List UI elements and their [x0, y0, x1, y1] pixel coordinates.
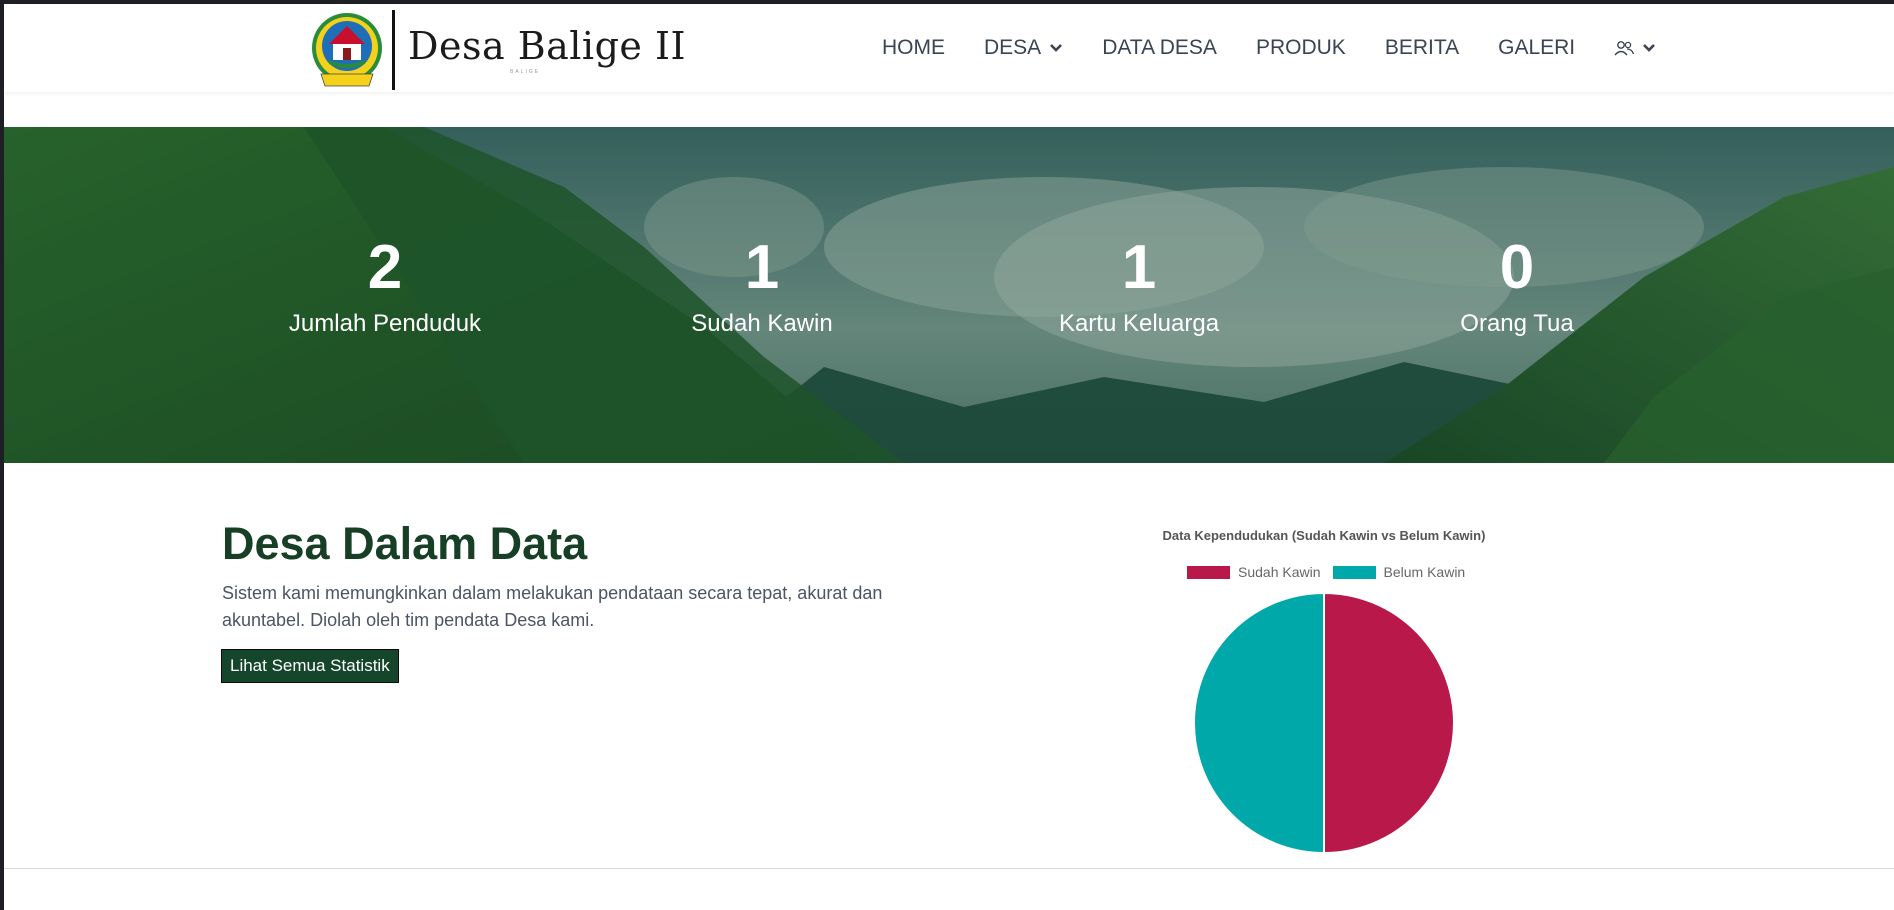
- stat-value: 1: [744, 233, 780, 302]
- site-subtitle: BALIGE: [510, 69, 541, 75]
- pie-slice-belum-kawin[interactable]: [1193, 591, 1325, 855]
- nav-desa-label: DESA: [984, 36, 1042, 59]
- stat-label: Sudah Kawin: [691, 310, 833, 337]
- users-icon: [1614, 41, 1635, 56]
- user-menu-dropdown[interactable]: [1614, 40, 1656, 56]
- main-nav: HOME DESA DATA DESA PRODUK BERITA GALERI: [882, 36, 1656, 60]
- chevron-down-icon: [1643, 44, 1656, 52]
- stat-label: Jumlah Penduduk: [288, 310, 482, 337]
- logo-divider: [392, 10, 395, 90]
- legend-label: Belum Kawin: [1383, 564, 1466, 580]
- nav-galeri-label: GALERI: [1498, 36, 1576, 59]
- chart-title: Data Kependudukan (Sudah Kawin vs Belum …: [1162, 528, 1486, 543]
- nav-home-label: HOME: [882, 36, 945, 59]
- section-description: Sistem kami memungkinkan dalam melakukan…: [222, 583, 883, 630]
- view-all-statistics-button[interactable]: Lihat Semua Statistik: [221, 649, 399, 683]
- stat-orang-tua: 0 Orang Tua: [1367, 236, 1667, 338]
- legend-swatch: [1187, 565, 1230, 579]
- nav-produk[interactable]: PRODUK: [1256, 36, 1346, 60]
- chevron-down-icon: [1050, 44, 1063, 52]
- stat-sudah-kawin: 1 Sudah Kawin: [612, 236, 912, 338]
- nav-produk-label: PRODUK: [1255, 36, 1346, 59]
- legend-swatch: [1332, 565, 1376, 579]
- nav-home[interactable]: HOME: [882, 36, 945, 60]
- stat-jumlah-penduduk: 2 Jumlah Penduduk: [235, 236, 535, 338]
- stat-label: Kartu Keluarga: [1058, 310, 1220, 337]
- nav-berita-label: BERITA: [1384, 36, 1460, 59]
- section-title: Desa Dalam Data: [222, 518, 588, 569]
- legend-label: Sudah Kawin: [1238, 564, 1321, 580]
- population-pie-chart: [1191, 590, 1457, 856]
- village-emblem-logo[interactable]: [309, 4, 385, 92]
- pie-slice-sudah-kawin[interactable]: [1323, 591, 1455, 855]
- navbar: Desa Balige II BALIGE HOME DESA DATA DES…: [4, 4, 1894, 92]
- nav-desa[interactable]: DESA: [984, 36, 1063, 60]
- browser-viewport: Desa Balige II BALIGE HOME DESA DATA DES…: [4, 4, 1894, 910]
- legend-item-belum-kawin[interactable]: Belum Kawin: [1332, 564, 1466, 580]
- section-divider: [4, 868, 1894, 869]
- nav-berita[interactable]: BERITA: [1385, 36, 1459, 60]
- site-title[interactable]: Desa Balige II: [408, 24, 686, 68]
- stat-value: 2: [367, 233, 403, 302]
- stat-value: 1: [1121, 233, 1157, 302]
- nav-galeri[interactable]: GALERI: [1498, 36, 1575, 60]
- nav-data-desa-label: DATA DESA: [1102, 36, 1217, 59]
- hero-banner: 2 Jumlah Penduduk 1 Sudah Kawin 1 Kartu …: [4, 127, 1894, 463]
- nav-data-desa[interactable]: DATA DESA: [1102, 36, 1217, 60]
- legend-item-sudah-kawin[interactable]: Sudah Kawin: [1187, 564, 1321, 580]
- chart-legend: Sudah Kawin Belum Kawin: [1187, 564, 1477, 580]
- stat-label: Orang Tua: [1460, 310, 1574, 337]
- stat-value: 0: [1499, 233, 1535, 302]
- stat-kartu-keluarga: 1 Kartu Keluarga: [989, 236, 1289, 338]
